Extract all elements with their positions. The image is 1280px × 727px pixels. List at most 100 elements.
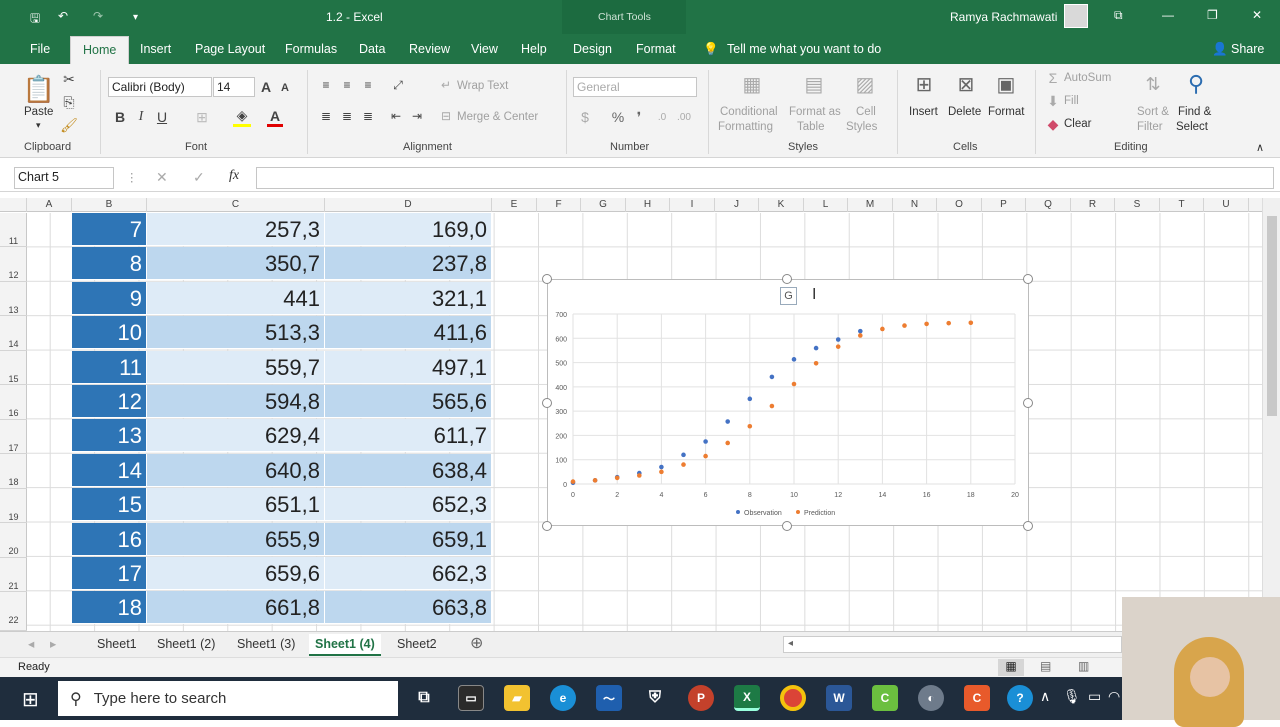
fill-icon[interactable]: ⬇ (1045, 93, 1061, 109)
cell-c[interactable]: 350,7 (147, 247, 324, 281)
increase-indent-icon[interactable]: ⇥ (409, 108, 425, 124)
copy-icon[interactable]: ⎘ (60, 93, 78, 111)
format-as-table-button[interactable]: Format as (789, 106, 841, 118)
percent-icon[interactable]: % (610, 108, 626, 126)
cell-b[interactable]: 8 (72, 247, 146, 281)
borders-icon[interactable]: ⊞ (193, 107, 211, 127)
merge-center-button[interactable]: Merge & Center (457, 111, 538, 123)
insert-cells-icon[interactable]: ⊞ (910, 70, 938, 98)
column-header[interactable]: I (670, 198, 715, 212)
cell-d[interactable]: 638,4 (325, 453, 491, 487)
format-cells-icon[interactable]: ▣ (992, 70, 1020, 98)
row-header[interactable]: 12 (0, 247, 27, 282)
column-header[interactable]: C (147, 198, 325, 212)
cell-b[interactable]: 18 (72, 591, 146, 625)
column-header[interactable]: M (848, 198, 893, 212)
resize-handle[interactable] (1023, 274, 1033, 284)
eraser-icon[interactable]: ◆ (1045, 116, 1061, 132)
excel-icon[interactable]: X (734, 685, 760, 711)
delete-cells-button[interactable]: Delete (948, 106, 981, 118)
cell-d[interactable]: 321,1 (325, 281, 491, 315)
column-header[interactable]: D (325, 198, 492, 212)
resize-handle[interactable] (1023, 521, 1033, 531)
cell-b[interactable]: 14 (72, 453, 146, 487)
resize-handle[interactable] (542, 521, 552, 531)
delete-cells-icon[interactable]: ⊠ (952, 70, 980, 98)
decrease-font-icon[interactable]: A (278, 79, 292, 97)
tab-help[interactable]: Help (521, 42, 547, 56)
align-middle-icon[interactable]: ≡ (339, 77, 355, 93)
decrease-indent-icon[interactable]: ⇤ (388, 108, 404, 124)
paste-button[interactable]: Paste (24, 106, 53, 118)
row-header[interactable]: 16 (0, 385, 27, 420)
battery-icon[interactable]: ▭ (1088, 688, 1101, 705)
word-icon[interactable]: W (826, 685, 852, 711)
insert-cells-button[interactable]: Insert (909, 106, 938, 118)
row-header[interactable]: 17 (0, 420, 27, 454)
windows-start-icon[interactable]: ⊞ (22, 687, 39, 712)
wifi-icon[interactable]: ◠ (1108, 688, 1120, 705)
find-select-button[interactable]: Find & (1178, 106, 1211, 118)
cell-b[interactable]: 7 (72, 213, 146, 246)
user-name[interactable]: Ramya Rachmawati (950, 10, 1057, 24)
vertical-scrollbar[interactable] (1262, 198, 1280, 631)
sheet-tab[interactable]: Sheet2 (397, 634, 437, 656)
scroll-sheets-right-icon[interactable]: ▸ (50, 634, 56, 656)
cell-b[interactable]: 15 (72, 488, 146, 522)
insert-function-icon[interactable]: fx (229, 168, 239, 184)
cell-d[interactable]: 237,8 (325, 247, 491, 281)
clear-button[interactable]: Clear (1064, 118, 1091, 130)
column-header[interactable]: P (982, 198, 1026, 212)
edge-browser-icon[interactable]: e (550, 685, 576, 711)
customize-qat-icon[interactable]: ▾ (133, 12, 138, 23)
page-break-view-icon[interactable]: ▥ (1078, 659, 1089, 673)
autosum-button[interactable]: AutoSum (1064, 72, 1111, 84)
fill-color-icon[interactable]: ◈ (233, 107, 251, 127)
scroll-left-icon[interactable]: ◂ (788, 638, 793, 649)
column-header[interactable]: B (72, 198, 147, 212)
cut-icon[interactable]: ✂ (60, 70, 78, 88)
page-layout-view-icon[interactable]: ▤ (1040, 659, 1051, 673)
font-size-select[interactable]: 14 (213, 77, 255, 97)
row-header[interactable]: 21 (0, 558, 27, 592)
row-header[interactable]: 22 (0, 592, 27, 631)
tab-home[interactable]: Home (70, 36, 130, 64)
wrap-text-icon[interactable]: ↵ (438, 77, 454, 93)
security-shield-icon[interactable]: ⛨ (642, 685, 668, 711)
camtasia-icon[interactable]: C (872, 685, 898, 711)
enter-icon[interactable]: ✓ (193, 169, 205, 186)
format-as-table-icon[interactable]: ▤ (800, 70, 828, 98)
font-color-icon[interactable]: A (267, 107, 283, 127)
tab-view[interactable]: View (471, 42, 498, 56)
column-header[interactable]: S (1115, 198, 1160, 212)
formula-input[interactable] (256, 167, 1274, 189)
tab-review[interactable]: Review (409, 42, 450, 56)
increase-font-icon[interactable]: A (258, 77, 274, 97)
resize-handle[interactable] (782, 274, 792, 284)
redo-icon[interactable]: ↷ (93, 9, 103, 23)
column-header[interactable]: N (893, 198, 937, 212)
paint-icon[interactable]: ◐ (918, 685, 944, 711)
column-header[interactable]: F (537, 198, 581, 212)
tab-insert[interactable]: Insert (140, 42, 171, 56)
cell-c[interactable]: 655,9 (147, 522, 324, 556)
task-view-icon[interactable]: ⧉ (411, 685, 437, 711)
tab-data[interactable]: Data (359, 42, 385, 56)
terminal-icon[interactable]: ▭ (458, 685, 484, 711)
close-icon[interactable]: ✕ (1252, 8, 1262, 22)
cell-b[interactable]: 10 (72, 316, 146, 350)
align-center-icon[interactable]: ≣ (339, 108, 355, 124)
cell-c[interactable]: 629,4 (147, 419, 324, 453)
share-button[interactable]: Share (1231, 42, 1264, 56)
cell-b[interactable]: 11 (72, 350, 146, 384)
horizontal-scrollbar[interactable]: ◂ (783, 636, 1122, 653)
align-right-icon[interactable]: ≣ (360, 108, 376, 124)
cell-c[interactable]: 659,6 (147, 557, 324, 590)
minimize-icon[interactable]: — (1162, 8, 1174, 22)
microphone-icon[interactable]: 🎙 (1063, 688, 1081, 705)
cancel-icon[interactable]: ✕ (156, 169, 168, 186)
avatar[interactable] (1064, 4, 1088, 28)
cell-c[interactable]: 513,3 (147, 316, 324, 350)
cell-styles-icon[interactable]: ▨ (851, 70, 879, 98)
save-icon[interactable]: 🖫 (30, 9, 40, 30)
